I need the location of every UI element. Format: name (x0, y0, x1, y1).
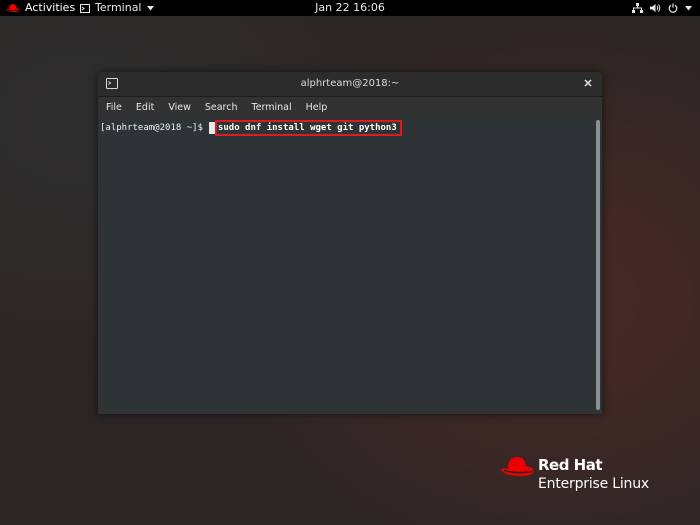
top-bar: Activities Terminal Jan 22 16:06 (0, 0, 700, 16)
clock-label[interactable]: Jan 22 16:06 (315, 1, 385, 14)
command-text: sudo dnf install wget git python3 (214, 120, 402, 136)
terminal-area[interactable]: [alphrteam@2018 ~]$ sudo dnf install wge… (98, 117, 602, 414)
shell-prompt: [alphrteam@2018 ~]$ (100, 123, 203, 133)
power-icon (668, 3, 678, 13)
redhat-logo-icon (6, 3, 20, 13)
chevron-down-icon (146, 5, 154, 11)
redhat-branding: Red Hat Enterprise Linux (498, 452, 688, 498)
activities-button[interactable]: Activities (6, 0, 75, 16)
menu-file[interactable]: File (104, 102, 124, 113)
system-tray[interactable] (632, 0, 692, 16)
prompt-line: [alphrteam@2018 ~]$ sudo dnf install wge… (100, 120, 402, 136)
network-icon (632, 3, 643, 13)
menu-edit[interactable]: Edit (134, 102, 156, 113)
terminal-window[interactable]: alphrteam@2018:~ File Edit View Search T… (98, 72, 602, 414)
close-icon (584, 78, 592, 90)
window-title: alphrteam@2018:~ (300, 78, 400, 89)
redhat-logo-icon (500, 454, 536, 486)
terminal-icon (80, 3, 90, 13)
activities-label: Activities (25, 1, 76, 14)
menu-view[interactable]: View (166, 102, 193, 113)
scrollbar[interactable] (596, 120, 600, 410)
app-menu-label: Terminal (95, 1, 142, 14)
brand-product: Enterprise Linux (538, 476, 649, 492)
menu-bar: File Edit View Search Terminal Help (98, 97, 602, 117)
app-menu-terminal[interactable]: Terminal (80, 0, 154, 16)
volume-icon (650, 3, 661, 13)
brand-name: Red Hat (538, 456, 603, 474)
window-titlebar[interactable]: alphrteam@2018:~ (98, 72, 602, 97)
menu-search[interactable]: Search (203, 102, 240, 113)
desktop: Activities Terminal Jan 22 16:06 alphrte… (0, 0, 700, 525)
menu-help[interactable]: Help (304, 102, 330, 113)
menu-terminal[interactable]: Terminal (250, 102, 294, 113)
close-button[interactable] (580, 76, 596, 92)
chevron-down-icon (685, 5, 692, 11)
